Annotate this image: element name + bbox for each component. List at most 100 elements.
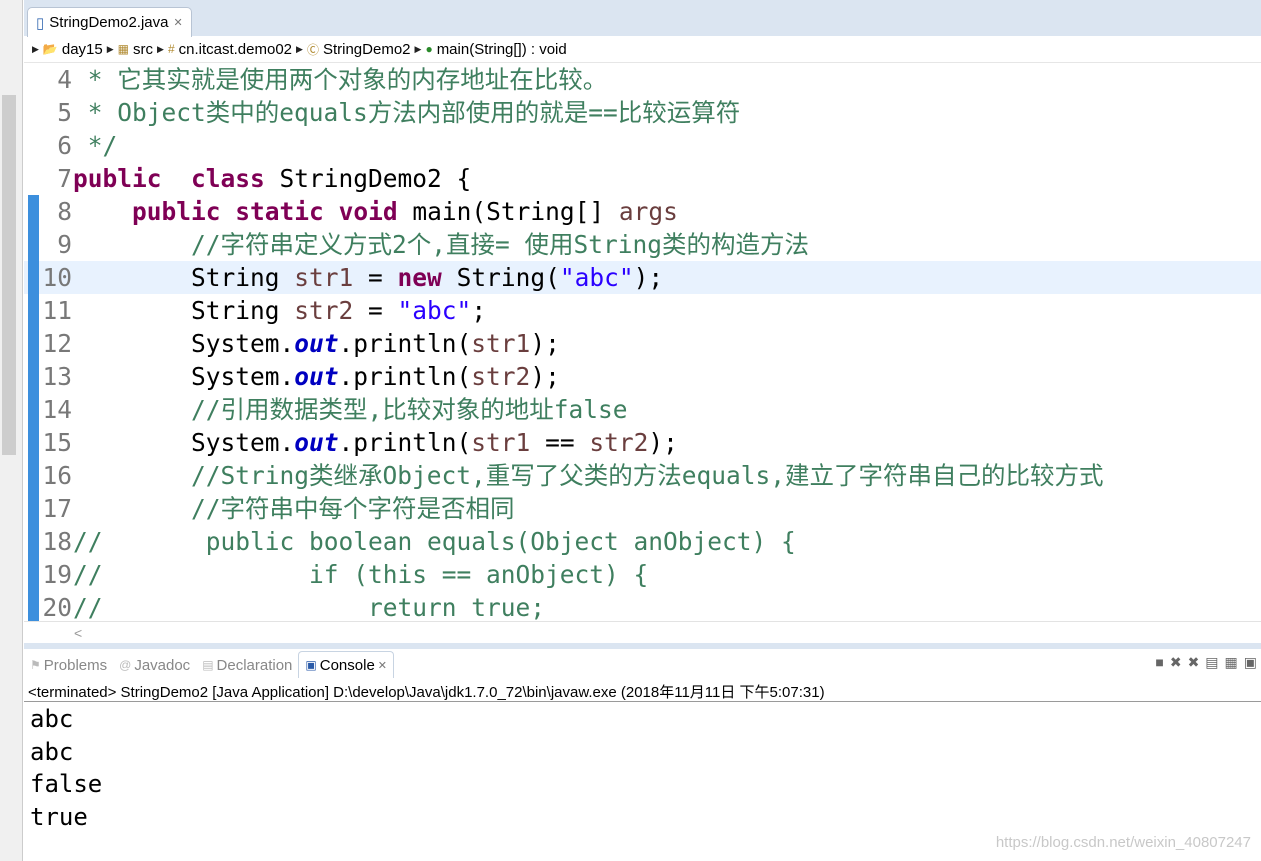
- breadcrumb: ▶ 📂 day15 ▶ ▦ src ▶ # cn.itcast.demo02 ▶ Ⓒ StringDe…: [24, 36, 1261, 63]
- problems-icon: ⚑: [30, 658, 41, 672]
- code-line[interactable]: 17 //字符串中每个字符是否相同: [24, 492, 1261, 525]
- code-token: out: [294, 362, 339, 391]
- code-text: // if (this == anObject) {: [73, 558, 648, 591]
- code-token: out: [294, 428, 339, 457]
- code-text: */: [73, 129, 118, 162]
- chevron-right-icon: ▶: [414, 43, 422, 54]
- tab-label: Problems: [43, 656, 108, 674]
- code-text: public static void main(String[] args: [73, 195, 678, 228]
- tab-console[interactable]: ▣ Console ✕: [298, 651, 395, 678]
- tab-label: StringDemo2.java: [49, 14, 169, 31]
- chevron-right-icon: ▶: [106, 43, 114, 54]
- tab-label: Javadoc: [134, 656, 191, 674]
- code-token: //引用数据类型,比较对象的地址false: [191, 395, 628, 424]
- code-token: =: [353, 296, 398, 325]
- line-number: 10: [42, 263, 72, 292]
- breadcrumb-item[interactable]: StringDemo2: [323, 41, 411, 58]
- code-token: main(String[]: [397, 197, 619, 226]
- code-line[interactable]: 15 System.out.println(str1 == str2);: [24, 426, 1261, 459]
- line-number: 13: [42, 362, 72, 391]
- remove-launch-icon[interactable]: ✖: [1170, 654, 1182, 671]
- tab-javadoc[interactable]: @ Javadoc: [113, 652, 196, 678]
- output-line: abc: [30, 705, 74, 733]
- code-token: System.: [73, 329, 295, 358]
- code-token: System.: [73, 428, 295, 457]
- code-token: // return true;: [73, 593, 546, 621]
- code-token: .println(: [338, 428, 472, 457]
- code-line[interactable]: 5 * Object类中的equals方法内部使用的就是==比较运算符: [24, 96, 1261, 129]
- left-panel-strip: [0, 0, 23, 861]
- code-token: * 它其实就是使用两个对象的内存地址在比较。: [73, 65, 608, 94]
- code-token: );: [530, 362, 560, 391]
- terminate-icon[interactable]: ■: [1155, 654, 1163, 671]
- code-line[interactable]: 11 String str2 = "abc";: [24, 294, 1261, 327]
- code-text: String str1 = new String("abc");: [73, 261, 663, 294]
- code-line[interactable]: 6 */: [24, 129, 1261, 162]
- code-line[interactable]: 20// return true;: [24, 591, 1261, 621]
- console-toolbar: ■ ✖ ✖ ▤ ▦ ▣: [1155, 654, 1257, 671]
- close-icon[interactable]: ✕: [174, 16, 183, 29]
- console-icon: ▣: [305, 658, 317, 672]
- line-number: 16: [42, 461, 72, 490]
- code-line[interactable]: 9 //字符串定义方式2个,直接= 使用String类的构造方法: [24, 228, 1261, 261]
- code-text: System.out.println(str1 == str2);: [73, 426, 678, 459]
- code-token: // if (this == anObject) {: [73, 560, 649, 589]
- code-token: System.: [73, 362, 295, 391]
- line-number: 17: [42, 494, 72, 523]
- method-icon: ●: [425, 42, 433, 56]
- chevron-right-icon: ▶: [157, 43, 164, 54]
- code-token: str2: [294, 296, 354, 325]
- code-line[interactable]: 19// if (this == anObject) {: [24, 558, 1261, 591]
- code-line[interactable]: 14 //引用数据类型,比较对象的地址false: [24, 393, 1261, 426]
- console-output: abc abc false true: [30, 703, 102, 833]
- close-icon[interactable]: ✕: [378, 659, 387, 672]
- breadcrumb-item[interactable]: cn.itcast.demo02: [179, 41, 292, 58]
- code-token: "abc": [559, 263, 634, 292]
- code-editor[interactable]: 4 * 它其实就是使用两个对象的内存地址在比较。 5 * Object类中的equ…: [24, 63, 1261, 621]
- code-token: str1: [471, 329, 531, 358]
- code-text: String str2 = "abc";: [73, 294, 486, 327]
- code-token: */: [73, 131, 118, 160]
- line-number: 6: [57, 131, 72, 160]
- code-token: public: [73, 164, 162, 193]
- code-line[interactable]: 10 String str1 = new String("abc");: [24, 261, 1261, 294]
- code-line[interactable]: 16 //String类继承Object,重写了父类的方法equals,建立了字…: [24, 459, 1261, 492]
- code-token: );: [530, 329, 560, 358]
- line-number: 20: [42, 593, 72, 621]
- code-line[interactable]: 12 System.out.println(str1);: [24, 327, 1261, 360]
- code-token: "abc": [397, 296, 472, 325]
- chevron-right-icon: ▶: [296, 43, 303, 54]
- line-number: 15: [42, 428, 72, 457]
- pin-icon[interactable]: ▦: [1225, 654, 1238, 671]
- code-line[interactable]: 13 System.out.println(str2);: [24, 360, 1261, 393]
- javadoc-icon: @: [119, 658, 132, 672]
- scroll-lock-icon[interactable]: ▤: [1205, 654, 1218, 671]
- code-line[interactable]: 7 public class StringDemo2 {: [24, 162, 1261, 195]
- scrollbar[interactable]: [2, 95, 16, 455]
- code-line[interactable]: 4 * 它其实就是使用两个对象的内存地址在比较。: [24, 63, 1261, 96]
- breadcrumb-item[interactable]: main(String[]) : void: [437, 41, 567, 58]
- tab-stringdemo2[interactable]: ▯ StringDemo2.java ✕: [27, 7, 192, 37]
- code-token: out: [294, 329, 339, 358]
- breadcrumb-item[interactable]: src: [133, 41, 153, 58]
- horizontal-scrollbar[interactable]: <: [24, 621, 1261, 644]
- remove-all-icon[interactable]: ✖: [1188, 654, 1200, 671]
- code-line[interactable]: 18// public boolean equals(Object anObje…: [24, 525, 1261, 558]
- output-line: abc: [30, 737, 74, 766]
- project-icon: 📂: [42, 42, 58, 56]
- tab-declaration[interactable]: ▤ Declaration: [196, 652, 298, 678]
- code-token: class: [191, 164, 265, 193]
- java-file-icon: ▯: [36, 14, 45, 32]
- breadcrumb-item[interactable]: day15: [62, 41, 103, 58]
- line-number: 14: [42, 395, 72, 424]
- open-console-icon[interactable]: ▣: [1244, 654, 1257, 671]
- tab-problems[interactable]: ⚑ Problems: [24, 652, 113, 678]
- class-icon: Ⓒ: [306, 42, 319, 57]
- output-line: true: [30, 802, 88, 831]
- code-line[interactable]: 8 public static void main(String[] args: [24, 195, 1261, 228]
- code-token: );: [648, 428, 678, 457]
